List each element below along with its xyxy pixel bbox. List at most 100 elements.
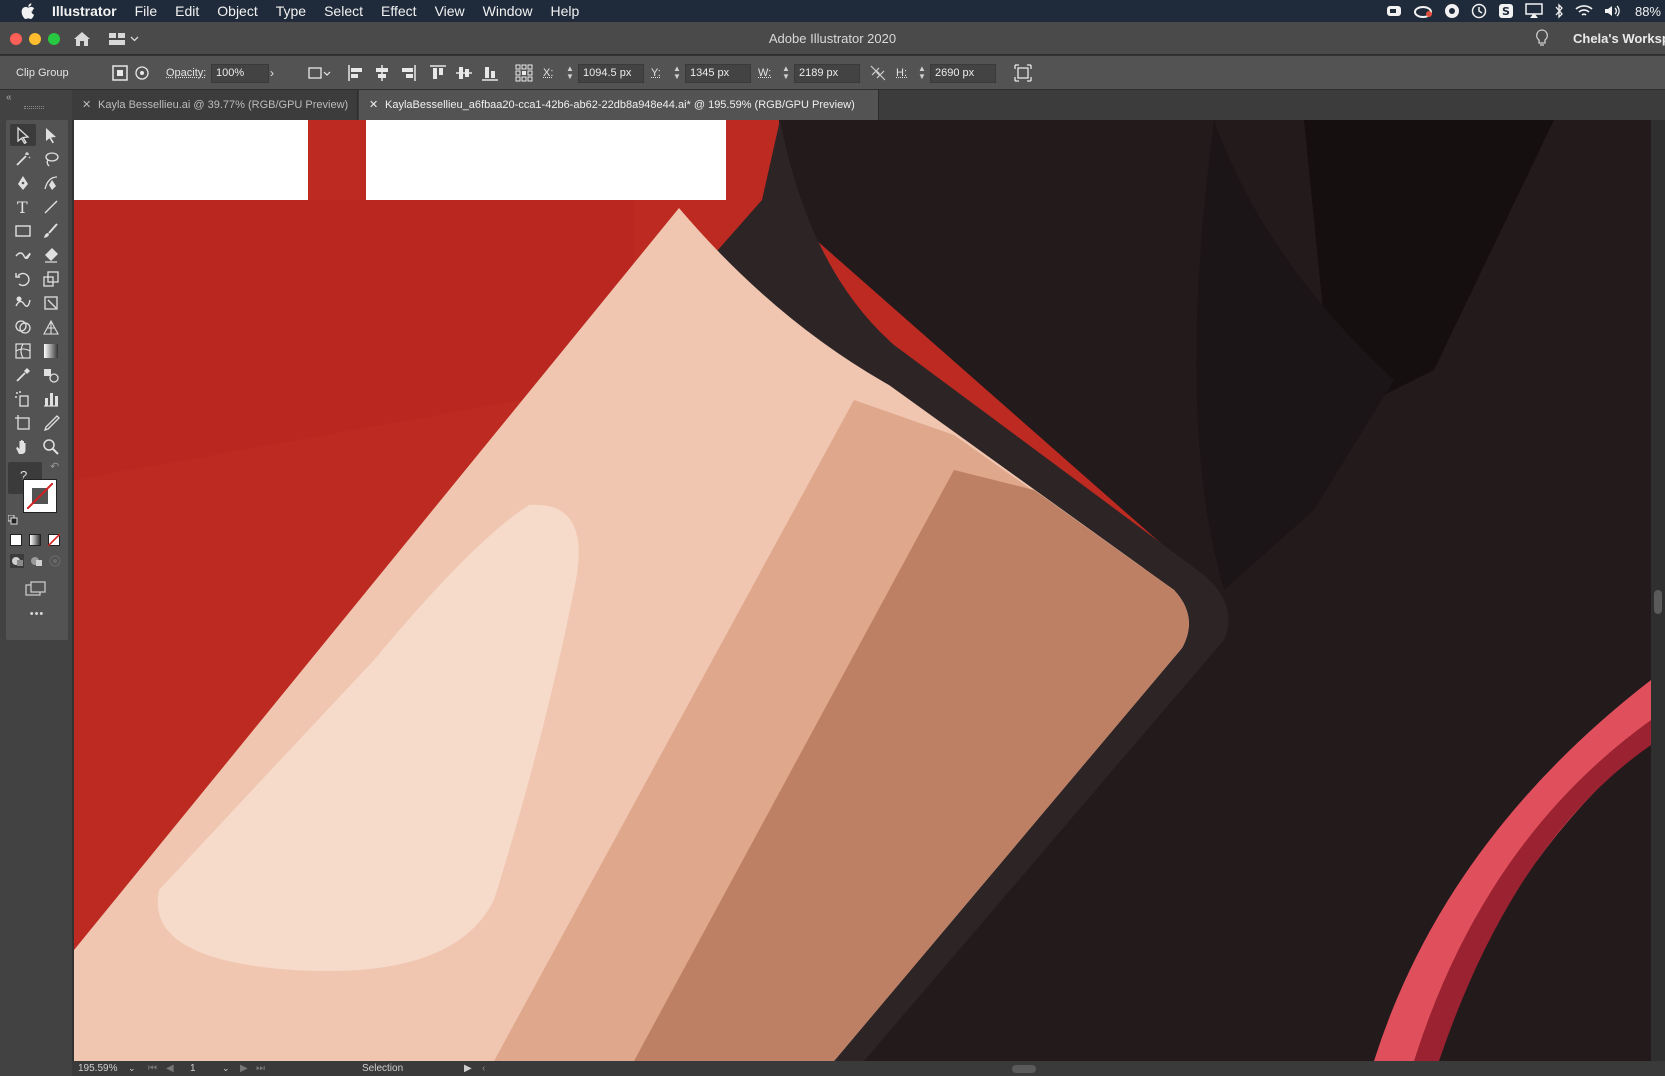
perspective-grid-tool-icon[interactable] — [38, 316, 64, 338]
y-field[interactable]: 1345 px — [685, 64, 751, 83]
time-machine-icon[interactable] — [1471, 3, 1487, 19]
panel-grip[interactable] — [24, 106, 44, 109]
align-horizontal-center-icon[interactable] — [372, 63, 392, 83]
selection-tool-icon[interactable] — [10, 124, 36, 146]
apple-menu-icon[interactable] — [14, 0, 42, 22]
menu-object[interactable]: Object — [208, 0, 266, 22]
zoom-tool-icon[interactable] — [38, 436, 64, 458]
close-icon[interactable]: ✕ — [82, 90, 91, 120]
next-artboard-icon[interactable]: ▶ — [240, 1061, 248, 1076]
transform-icon[interactable] — [1013, 63, 1033, 83]
draw-normal-icon[interactable] — [10, 554, 24, 568]
blend-tool-icon[interactable] — [38, 364, 64, 386]
menu-view[interactable]: View — [426, 0, 474, 22]
airplay-icon[interactable] — [1525, 3, 1543, 19]
draw-inside-icon[interactable] — [48, 554, 62, 568]
line-tool-icon[interactable] — [38, 196, 64, 218]
scrivener-icon[interactable]: S — [1498, 3, 1514, 19]
magic-wand-tool-icon[interactable] — [10, 148, 36, 170]
eyedropper-tool-icon[interactable] — [10, 364, 36, 386]
draw-behind-icon[interactable] — [29, 554, 43, 568]
opacity-field[interactable]: 100% — [211, 64, 269, 83]
paintbrush-tool-icon[interactable] — [38, 220, 64, 242]
x-stepper-icon[interactable]: ▲ ▼ — [565, 65, 575, 81]
chevron-right-icon[interactable]: › — [270, 63, 282, 83]
zoom-level-field[interactable]: 195.59% — [78, 1061, 117, 1076]
align-left-icon[interactable] — [346, 63, 366, 83]
status-menu-icon[interactable]: ▶ — [464, 1061, 472, 1076]
free-transform-tool-icon[interactable] — [38, 292, 64, 314]
align-top-icon[interactable] — [428, 63, 448, 83]
menu-select[interactable]: Select — [315, 0, 372, 22]
artboard-number-field[interactable]: 1 — [190, 1061, 196, 1076]
horizontal-scroll-thumb[interactable] — [1012, 1065, 1036, 1073]
scale-tool-icon[interactable] — [38, 268, 64, 290]
discover-lightbulb-icon[interactable] — [1535, 29, 1549, 52]
close-icon[interactable]: ✕ — [369, 90, 378, 120]
wifi-icon[interactable] — [1575, 4, 1593, 18]
rectangle-tool-icon[interactable] — [10, 220, 36, 242]
volume-icon[interactable] — [1604, 4, 1624, 18]
align-bottom-icon[interactable] — [480, 63, 500, 83]
artboard-tool-icon[interactable] — [10, 412, 36, 434]
menu-effect[interactable]: Effect — [372, 0, 426, 22]
menu-help[interactable]: Help — [541, 0, 588, 22]
menu-file[interactable]: File — [126, 0, 167, 22]
w-field[interactable]: 2189 px — [794, 64, 860, 83]
edit-clipping-path-icon[interactable] — [110, 63, 130, 83]
hand-tool-icon[interactable] — [10, 436, 36, 458]
x-label[interactable]: X: — [543, 56, 553, 90]
align-vertical-center-icon[interactable] — [454, 63, 474, 83]
previous-artboard-icon[interactable]: ◀ — [166, 1061, 174, 1076]
current-tool-status[interactable]: Selection — [362, 1061, 403, 1076]
gradient-tool-icon[interactable] — [38, 340, 64, 362]
app-menu[interactable]: Illustrator — [42, 0, 126, 22]
scroll-left-icon[interactable]: ‹ — [482, 1061, 485, 1076]
gradient-mode-button[interactable] — [29, 534, 41, 546]
y-label[interactable]: Y: — [651, 56, 661, 90]
collapse-panel-icon[interactable]: « — [6, 92, 12, 103]
color-mode-button[interactable] — [10, 534, 22, 546]
rotate-tool-icon[interactable] — [10, 268, 36, 290]
column-graph-tool-icon[interactable] — [38, 388, 64, 410]
vertical-scroll-thumb[interactable] — [1654, 590, 1662, 614]
reference-point-icon[interactable] — [514, 63, 534, 83]
stroke-swatch[interactable] — [23, 479, 57, 513]
zoom-dropdown-icon[interactable]: ⌄ — [128, 1061, 136, 1076]
h-field[interactable]: 2690 px — [930, 64, 996, 83]
transform-reference-icon[interactable] — [306, 63, 332, 83]
w-stepper-icon[interactable]: ▲ ▼ — [781, 65, 791, 81]
pen-tool-icon[interactable] — [10, 172, 36, 194]
menu-edit[interactable]: Edit — [166, 0, 208, 22]
zoom-app-icon[interactable] — [1386, 4, 1402, 18]
h-label[interactable]: H: — [896, 56, 907, 90]
bluetooth-icon[interactable] — [1554, 3, 1564, 19]
artboard-canvas[interactable] — [74, 120, 1651, 1061]
swap-fill-stroke-icon[interactable]: ↶ — [50, 460, 59, 473]
vertical-scrollbar[interactable] — [1651, 120, 1665, 1061]
h-stepper-icon[interactable]: ▲ ▼ — [917, 65, 927, 81]
y-stepper-icon[interactable]: ▲ ▼ — [672, 65, 682, 81]
edit-contents-icon[interactable] — [132, 63, 152, 83]
mesh-tool-icon[interactable] — [10, 340, 36, 362]
opacity-label[interactable]: Opacity: — [166, 56, 206, 90]
first-artboard-icon[interactable]: ⏮ — [148, 1061, 157, 1076]
chrome-icon[interactable] — [1444, 3, 1460, 19]
menu-window[interactable]: Window — [474, 0, 542, 22]
w-label[interactable]: W: — [758, 56, 771, 90]
tab-kayla-bessellieu[interactable]: ✕ Kayla Bessellieu.ai @ 39.77% (RGB/GPU … — [72, 90, 358, 120]
shape-builder-tool-icon[interactable] — [10, 316, 36, 338]
default-fill-stroke-icon[interactable] — [7, 512, 18, 525]
slice-tool-icon[interactable] — [38, 412, 64, 434]
x-field[interactable]: 1094.5 px — [578, 64, 644, 83]
tab-kayla-bessellieu-copy[interactable]: ✕ KaylaBessellieu_a6fbaa20-cca1-42b6-ab6… — [359, 90, 879, 120]
none-mode-button[interactable] — [48, 534, 60, 546]
eraser-tool-icon[interactable] — [38, 244, 64, 266]
last-artboard-icon[interactable]: ⏭ — [256, 1061, 265, 1076]
creative-cloud-icon[interactable] — [1413, 4, 1433, 18]
lasso-tool-icon[interactable] — [38, 148, 64, 170]
constrain-proportions-icon[interactable] — [868, 63, 888, 83]
artboard-dropdown-icon[interactable]: ⌄ — [222, 1061, 230, 1076]
shaper-tool-icon[interactable] — [10, 244, 36, 266]
curvature-tool-icon[interactable] — [38, 172, 64, 194]
